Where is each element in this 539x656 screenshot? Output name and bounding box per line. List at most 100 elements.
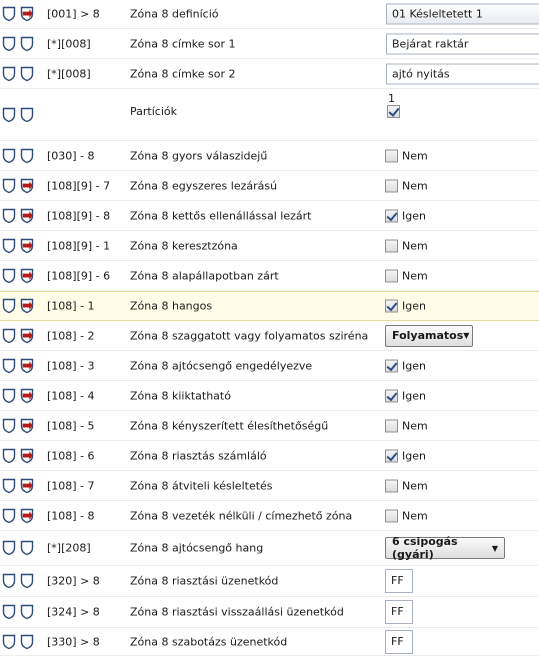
shield-arrow-icon[interactable]: [20, 418, 34, 434]
shield-icon[interactable]: [2, 573, 16, 589]
shield-icon[interactable]: [20, 107, 34, 123]
section-code: [108] - 7: [47, 479, 95, 492]
shield-icon[interactable]: [20, 66, 34, 82]
shield-arrow-icon[interactable]: [20, 238, 34, 254]
shield-icon[interactable]: [2, 448, 16, 464]
shield-icon[interactable]: [2, 6, 16, 22]
option-checkbox-label: Nem: [402, 149, 428, 162]
dropdown-value: 6 csipogás (gyári): [392, 535, 458, 561]
option-checkbox[interactable]: [385, 149, 398, 162]
shield-arrow-icon[interactable]: [20, 268, 34, 284]
option-checkbox[interactable]: [385, 479, 398, 492]
shield-icon[interactable]: [20, 573, 34, 589]
shield-arrow-icon[interactable]: [20, 208, 34, 224]
option-checkbox[interactable]: [385, 419, 398, 432]
setting-row: [320] > 8 Zóna 8 riasztási üzenetkód FF: [0, 566, 539, 597]
shield-arrow-icon[interactable]: [20, 388, 34, 404]
shield-icon[interactable]: [20, 634, 34, 650]
setting-label: Zóna 8 riasztási visszaállási üzenetkód: [130, 605, 344, 619]
option-checkbox[interactable]: [385, 449, 398, 462]
option-checkbox[interactable]: [385, 269, 398, 282]
setting-row: [108] - 6 Zóna 8 riasztás számláló Igen: [0, 441, 539, 471]
setting-label: Zóna 8 gyors válaszidejű: [130, 149, 268, 162]
shield-icon[interactable]: [2, 148, 16, 164]
shield-arrow-icon[interactable]: [20, 508, 34, 524]
setting-label: Zóna 8 riasztás számláló: [130, 449, 267, 462]
shield-arrow-icon[interactable]: [20, 478, 34, 494]
option-checkbox[interactable]: [385, 509, 398, 522]
setting-row: [324] > 8 Zóna 8 riasztási visszaállási ü…: [0, 597, 539, 628]
setting-row: [108] - 5 Zóna 8 kényszerített élesíthető…: [0, 411, 539, 441]
option-checkbox[interactable]: [385, 359, 398, 372]
shield-arrow-icon[interactable]: [20, 6, 34, 22]
setting-label: Zóna 8 ajtócsengő hang: [130, 541, 264, 555]
setting-label: Zóna 8 keresztzóna: [130, 239, 238, 252]
shield-arrow-icon[interactable]: [20, 448, 34, 464]
setting-row: [108] - 3 Zóna 8 ajtócsengő engedélyezve I…: [0, 351, 539, 381]
option-checkbox-group: Igen: [385, 389, 426, 402]
shield-icon[interactable]: [2, 634, 16, 650]
option-dropdown[interactable]: 6 csipogás (gyári) ▼: [385, 535, 505, 561]
setting-row: [108][9] - 7 Zóna 8 egyszeres lezárású Nem: [0, 171, 539, 201]
shield-arrow-icon[interactable]: [20, 298, 34, 314]
option-checkbox-group: Nem: [385, 239, 428, 252]
report-code-input[interactable]: FF: [385, 569, 413, 593]
shield-icon[interactable]: [2, 508, 16, 524]
section-code: [108] - 4: [47, 389, 95, 402]
shield-icon[interactable]: [2, 107, 16, 123]
shield-arrow-icon[interactable]: [20, 178, 34, 194]
shield-arrow-icon[interactable]: [20, 328, 34, 344]
setting-label: Zóna 8 kényszerített élesíthetőségű: [130, 419, 329, 432]
option-checkbox-group: Nem: [385, 179, 428, 192]
shield-icon[interactable]: [2, 478, 16, 494]
report-code-input[interactable]: FF: [385, 600, 413, 624]
setting-row: [108] - 2 Zóna 8 szaggatott vagy folyamat…: [0, 321, 539, 351]
shield-icon[interactable]: [2, 604, 16, 620]
shield-icon[interactable]: [2, 238, 16, 254]
option-checkbox[interactable]: [385, 299, 398, 313]
zone-definition-select[interactable]: 01 Késleltetett 1: [386, 3, 539, 25]
option-dropdown[interactable]: Folyamatos ▼: [385, 324, 473, 347]
section-code: [*][008]: [47, 37, 91, 50]
setting-row: [*][008] Zóna 8 címke sor 1 Bejárat raktár: [0, 29, 539, 59]
option-checkbox[interactable]: [385, 209, 398, 222]
shield-icon[interactable]: [2, 358, 16, 374]
partition-number: 1: [388, 92, 395, 105]
shield-icon[interactable]: [2, 36, 16, 52]
shield-icon[interactable]: [2, 298, 16, 314]
option-checkbox-group: Igen: [385, 449, 426, 462]
shield-icon[interactable]: [2, 66, 16, 82]
shield-icon[interactable]: [2, 388, 16, 404]
option-checkbox[interactable]: [385, 239, 398, 252]
section-code: [108] - 2: [47, 329, 95, 342]
shield-icon[interactable]: [20, 540, 34, 556]
option-checkbox[interactable]: [385, 179, 398, 192]
shield-icon[interactable]: [2, 178, 16, 194]
setting-label: Zóna 8 kiiktatható: [130, 389, 231, 402]
setting-row: [108] - 7 Zóna 8 átviteli késleltetés Nem: [0, 471, 539, 501]
setting-label: Zóna 8 vezeték nélküli / címezhető zóna: [130, 509, 353, 522]
chevron-down-icon: ▼: [491, 543, 498, 553]
shield-icon[interactable]: [2, 268, 16, 284]
partition-checkbox[interactable]: [387, 105, 400, 118]
shield-arrow-icon[interactable]: [20, 358, 34, 374]
section-code: [108] - 1: [47, 299, 95, 313]
shield-icon[interactable]: [2, 328, 16, 344]
setting-row: [108] - 1 Zóna 8 hangos Igen: [0, 291, 539, 321]
shield-icon[interactable]: [2, 540, 16, 556]
option-checkbox-group: Igen: [385, 209, 426, 222]
shield-icon[interactable]: [2, 418, 16, 434]
shield-icon[interactable]: [20, 604, 34, 620]
setting-label: Zóna 8 kettős ellenállással lezárt: [130, 209, 312, 222]
shield-icon[interactable]: [2, 208, 16, 224]
label-text-input[interactable]: ajtó nyitás: [386, 63, 539, 84]
section-code: [108][9] - 6: [47, 269, 111, 282]
section-code: [108][9] - 1: [47, 239, 111, 252]
label-text-input[interactable]: Bejárat raktár: [386, 33, 539, 54]
option-checkbox[interactable]: [385, 389, 398, 402]
shield-icon[interactable]: [20, 36, 34, 52]
option-checkbox-group: Nem: [385, 149, 428, 162]
shield-icon[interactable]: [20, 148, 34, 164]
report-code-input[interactable]: FF: [385, 629, 413, 654]
section-code: [001] > 8: [47, 7, 100, 21]
